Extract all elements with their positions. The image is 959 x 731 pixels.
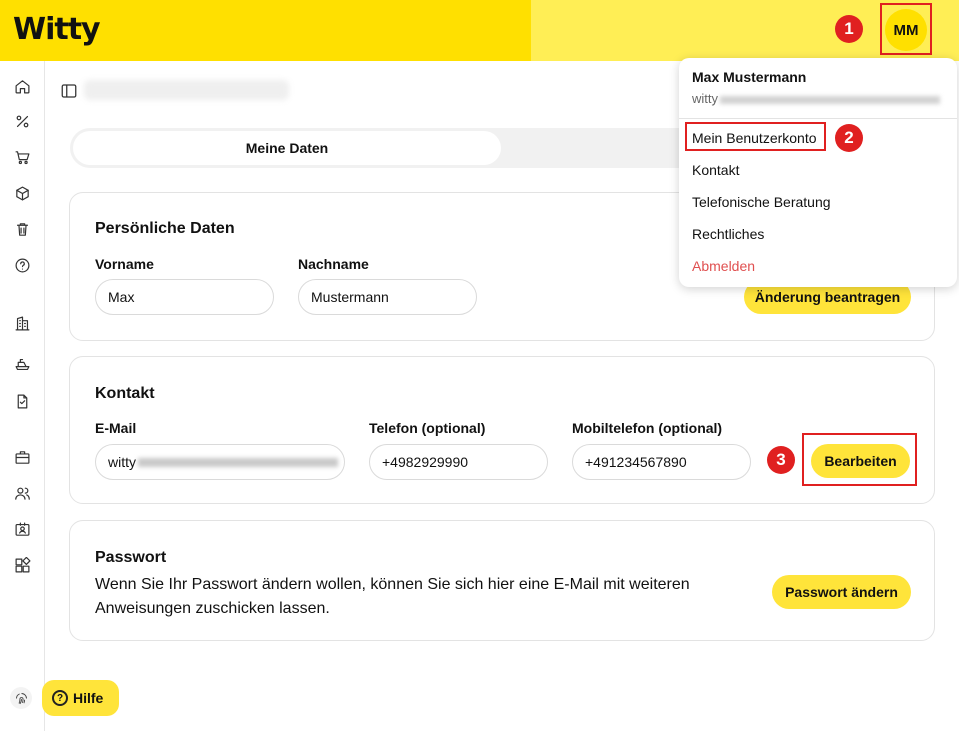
password-title: Passwort (95, 549, 167, 566)
step-marker-3: 3 (767, 446, 795, 474)
highlight-edit-button (802, 433, 917, 486)
package-icon[interactable] (12, 183, 32, 203)
email-visible-text: witty (108, 454, 136, 470)
phone-label: Telefon (optional) (369, 420, 486, 436)
email-label: E-Mail (95, 420, 137, 436)
password-description: Wenn Sie Ihr Passwort ändern wollen, kön… (95, 576, 690, 617)
dropdown-divider (679, 118, 957, 119)
dropdown-user-name: Max Mustermann (692, 69, 807, 85)
help-label: Hilfe (73, 690, 104, 706)
tab-meine-daten[interactable]: Meine Daten (73, 131, 501, 165)
building-icon[interactable] (12, 313, 32, 333)
witty-logo[interactable]: Witty (13, 12, 101, 47)
contact-title: Kontakt (95, 385, 155, 402)
dropdown-email-blurred (720, 95, 940, 104)
first-name-label: Vorname (95, 256, 154, 272)
cart-icon[interactable] (12, 147, 32, 167)
step-marker-2: 2 (835, 124, 863, 152)
menu-item-logout[interactable]: Abmelden (692, 258, 755, 274)
step-marker-1: 1 (835, 15, 863, 43)
first-name-field[interactable]: Max (95, 279, 274, 315)
users-icon[interactable] (12, 483, 32, 503)
dropdown-user-email: witty (692, 91, 940, 106)
account-dropdown: Max Mustermann witty Mein Benutzerkonto … (679, 58, 957, 287)
password-card: Passwort Wenn Sie Ihr Passwort ändern wo… (69, 520, 935, 641)
change-password-button[interactable]: Passwort ändern (772, 575, 911, 609)
help-circle-icon[interactable] (12, 255, 32, 275)
id-card-icon[interactable] (12, 519, 32, 539)
personal-data-title: Persönliche Daten (95, 220, 235, 237)
trash-icon[interactable] (12, 219, 32, 239)
sidebar (0, 61, 45, 731)
menu-item-legal[interactable]: Rechtliches (692, 226, 764, 242)
highlight-avatar (880, 3, 932, 55)
home-icon[interactable] (12, 76, 32, 96)
help-button[interactable]: ? Hilfe (42, 680, 119, 716)
fingerprint-icon[interactable] (10, 687, 32, 709)
apps-icon[interactable] (12, 555, 32, 575)
ship-icon[interactable] (12, 354, 32, 374)
email-field[interactable]: witty (95, 444, 345, 480)
sidebar-toggle-icon[interactable] (60, 82, 78, 100)
last-name-field[interactable]: Mustermann (298, 279, 477, 315)
phone-field[interactable]: +4982929990 (369, 444, 548, 480)
top-bar: Witty MM (0, 0, 959, 61)
percent-icon[interactable] (12, 111, 32, 131)
mobile-label: Mobiltelefon (optional) (572, 420, 723, 436)
document-edit-icon[interactable] (12, 391, 32, 411)
briefcase-icon[interactable] (12, 447, 32, 467)
menu-item-contact[interactable]: Kontakt (692, 162, 739, 178)
blurred-page-title (84, 80, 289, 100)
email-blurred-text (138, 457, 338, 467)
mobile-field[interactable]: +491234567890 (572, 444, 751, 480)
dropdown-email-visible: witty (692, 91, 718, 106)
menu-item-phone-consulting[interactable]: Telefonische Beratung (692, 194, 831, 210)
last-name-label: Nachname (298, 256, 369, 272)
highlight-my-account (685, 122, 826, 151)
question-icon: ? (52, 690, 68, 706)
